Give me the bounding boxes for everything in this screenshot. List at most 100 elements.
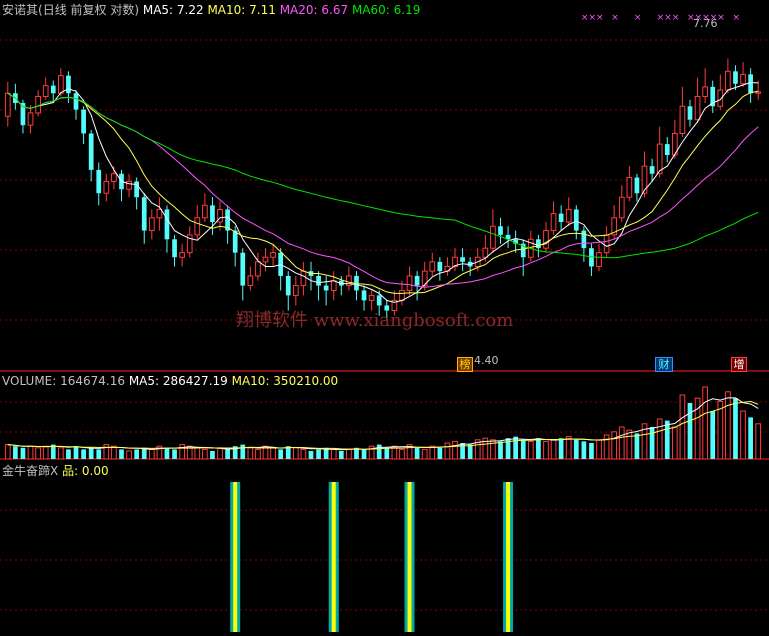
candle-body: [172, 239, 177, 258]
volume-bar: [202, 448, 208, 460]
volume-bar: [292, 447, 299, 460]
badge-cai[interactable]: 财: [655, 357, 673, 372]
volume-bar: [81, 449, 86, 459]
candle-body: [694, 95, 701, 121]
volume-bar: [376, 444, 382, 459]
candle-body: [285, 275, 291, 296]
candle-body: [194, 217, 201, 236]
volume-bar: [573, 439, 579, 459]
candle-body: [240, 252, 246, 286]
candle-body: [58, 75, 64, 94]
volume-bar: [148, 448, 155, 460]
volume-bar: [536, 438, 541, 459]
volume-bar: [172, 449, 177, 459]
volume-bar: [194, 447, 201, 460]
candle-body: [581, 230, 587, 249]
volume-bar: [4, 444, 11, 460]
badge-bang[interactable]: 榜: [457, 357, 473, 372]
volume-bar: [437, 447, 443, 459]
low-price-label: 4.40: [474, 354, 499, 367]
candle-body: [558, 213, 564, 222]
volume-bar: [467, 444, 473, 459]
watermark: 翔博软件 www.xiangbosoft.com: [236, 310, 514, 331]
volume-bar: [330, 448, 337, 460]
volume-bar: [240, 444, 246, 459]
candle-body: [247, 275, 254, 287]
candle-body: [596, 252, 602, 267]
candle-body: [4, 92, 11, 117]
volume-bar: [725, 391, 731, 460]
volume-bar: [596, 439, 602, 460]
volume-bar: [527, 440, 534, 460]
volume-bar: [126, 450, 132, 460]
candle-body: [96, 169, 102, 194]
stock-name: 安诺其: [2, 3, 39, 17]
volume-bar: [717, 400, 724, 460]
candle-body: [316, 275, 321, 286]
volume-bar: [565, 436, 572, 460]
candle-body: [406, 275, 413, 291]
volume-bar: [103, 444, 110, 460]
volume-bar: [210, 451, 215, 459]
candle-body: [664, 144, 670, 155]
indicator-name: 金牛奋蹄X: [2, 464, 59, 478]
volume-bar: [278, 449, 284, 459]
badge-zeng[interactable]: 增: [731, 357, 747, 372]
volume-bar: [626, 429, 633, 460]
volume-bar: [361, 449, 367, 459]
candle-body: [687, 106, 693, 120]
candle-body: [88, 133, 94, 170]
volume-bar: [550, 439, 557, 460]
candle-body: [50, 85, 56, 94]
signal-x-marker: ×: [664, 13, 672, 23]
candle-body: [210, 205, 215, 222]
volume-bar: [300, 448, 307, 460]
period-info: (日线 前复权 对数): [38, 3, 140, 17]
volume-bar: [73, 446, 79, 459]
candle-body: [202, 204, 208, 219]
volume-bar: [558, 438, 564, 459]
indicator-bar-core: [407, 482, 412, 632]
volume-bar: [35, 447, 41, 460]
volume-bar: [96, 449, 102, 459]
volume-bar: [429, 445, 436, 460]
candle-body: [603, 234, 610, 254]
volume-bar: [384, 447, 390, 459]
ma5-label: MA5: 7.22: [142, 3, 204, 17]
volume-bar: [513, 436, 518, 459]
indicator-bar-core: [233, 482, 238, 632]
candle-body: [270, 252, 276, 258]
volume-bar: [589, 443, 594, 459]
candle-body: [27, 112, 34, 126]
volume-bar: [679, 394, 686, 460]
volume-bar: [164, 447, 170, 459]
candle-body: [490, 225, 496, 249]
volume-bar: [421, 448, 428, 460]
candle-body: [565, 208, 572, 223]
volume-bar: [702, 386, 708, 460]
candle-body: [148, 217, 155, 232]
candle-body: [429, 261, 436, 272]
volume-bar: [247, 447, 254, 460]
volume-bar: [611, 431, 618, 460]
signal-x-marker: ×: [611, 13, 619, 23]
candle-body: [414, 275, 420, 286]
candle-body: [330, 280, 337, 291]
signal-x-marker: ×: [732, 13, 740, 23]
volume-bar: [42, 445, 49, 460]
candle-body: [368, 294, 375, 301]
candle-body: [755, 91, 762, 94]
volume-bar: [338, 451, 344, 459]
candle-body: [126, 180, 132, 190]
high-price-label: 7.76: [693, 17, 718, 30]
candle-body: [725, 70, 731, 91]
volume-bar: [134, 449, 139, 459]
candle-body: [73, 93, 79, 110]
volume-bar: [88, 447, 94, 459]
volume-bar: [66, 449, 71, 459]
volume-bar: [217, 447, 223, 460]
candle-body: [634, 177, 640, 194]
volume-bar: [656, 418, 663, 460]
volume-bar: [520, 439, 526, 459]
volume-bar: [13, 446, 18, 459]
